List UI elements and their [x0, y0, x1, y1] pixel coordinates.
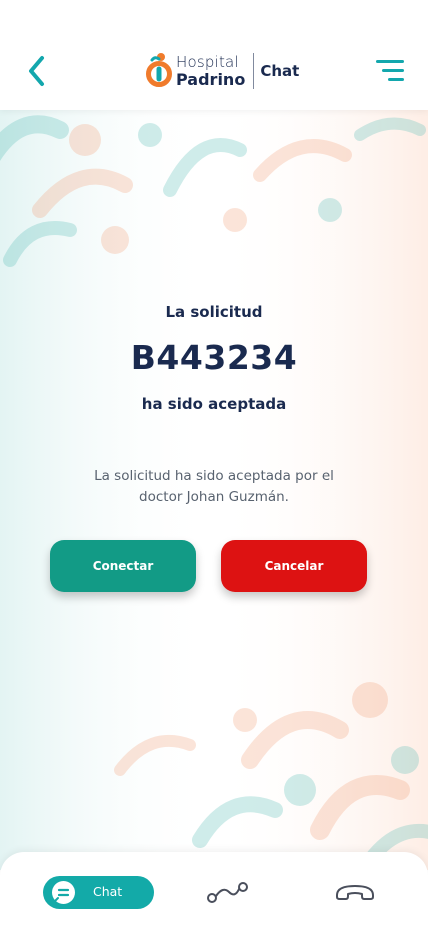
nav-chat-label: Chat	[93, 884, 123, 899]
background-pattern	[0, 110, 428, 870]
request-status: ha sido aceptada	[141, 395, 287, 413]
hang-up-phone-icon	[336, 885, 374, 900]
app-logo: Hospital Padrino Chat	[144, 50, 299, 92]
nav-chat-tab[interactable]: Chat	[43, 876, 154, 909]
request-prefix: La solicitud	[165, 303, 263, 321]
nav-hangup-tab[interactable]	[333, 882, 377, 902]
nav-route-tab[interactable]	[205, 880, 251, 904]
top-header: Hospital Padrino Chat	[0, 0, 428, 110]
header-section-title: Chat	[260, 62, 300, 80]
request-description: La solicitud ha sido aceptada por el doc…	[94, 468, 334, 505]
request-id: B443234	[130, 338, 298, 377]
logo-line-2: Padrino	[176, 69, 246, 89]
cancel-button[interactable]: Cancelar	[221, 540, 367, 592]
logo-line-1: Hospital	[176, 52, 239, 71]
route-icon	[207, 882, 248, 903]
connect-button[interactable]: Conectar	[50, 540, 196, 592]
chat-bubble-icon	[52, 881, 75, 904]
chevron-left-icon	[29, 56, 44, 86]
menu-button[interactable]	[374, 56, 404, 86]
bottom-nav: Chat	[0, 852, 428, 926]
logo-divider	[253, 53, 255, 89]
logo-wordmark: Hospital Padrino	[176, 52, 246, 89]
back-button[interactable]	[20, 52, 54, 90]
hospital-logo-icon	[146, 53, 172, 87]
chat-request-screen: Hospital Padrino Chat La solicitud B4432…	[0, 0, 428, 926]
